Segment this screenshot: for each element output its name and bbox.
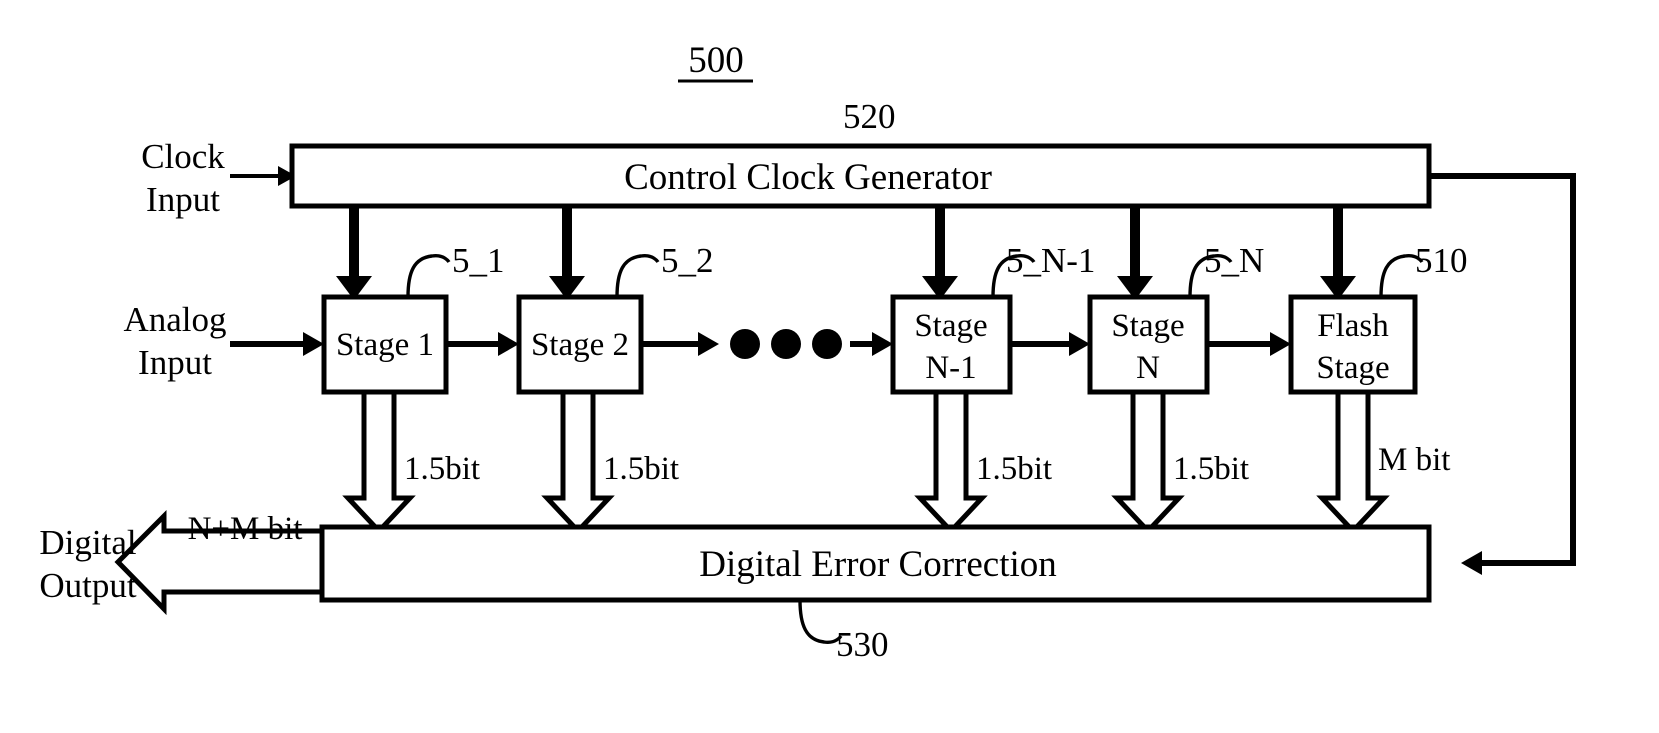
- bit-bus-stage-n-1: 1.5bit: [914, 389, 1052, 535]
- clock-input-label-line2: Input: [146, 180, 220, 219]
- connector-stageN-flash: [1207, 332, 1291, 356]
- connector-stage1-stage2: [446, 332, 519, 356]
- stage-n-1-label-line1: Stage: [914, 308, 987, 344]
- clock-input-group: Clock Input: [141, 137, 296, 219]
- stage-n-label-line2: N: [1136, 350, 1160, 386]
- bit-bus-stage-n: 1.5bit: [1111, 389, 1249, 535]
- clock-arrow-stage-2: [549, 206, 585, 300]
- ellipsis-dots: [730, 329, 842, 359]
- control-clock-generator-label: Control Clock Generator: [624, 157, 992, 198]
- digital-output-label-line1: Digital: [39, 523, 136, 562]
- ellipsis-dot-2: [771, 329, 801, 359]
- clock-arrow-stage-n-1: [922, 206, 958, 300]
- analog-input-label-line2: Input: [138, 343, 212, 382]
- ref-5_N-1-label: 5_N-1: [1006, 241, 1095, 280]
- figure-number: 500: [688, 40, 744, 81]
- ref-520-label: 520: [843, 97, 896, 136]
- figure-canvas: 500 520 Clock Input Control Clock Genera…: [39, 40, 1576, 664]
- stage-2-label: Stage 2: [531, 327, 629, 363]
- stage-n-block[interactable]: Stage N: [1087, 294, 1210, 395]
- bit-label-flash-stage: M bit: [1378, 442, 1450, 478]
- bit-bus-stage-1: 1.5bit: [342, 389, 480, 535]
- connector-stageN1-stageN: [1010, 332, 1090, 356]
- ref-5_1-group: 5_1: [406, 241, 505, 298]
- ref-510-label: 510: [1415, 241, 1468, 280]
- clock-arrow-stage-1: [336, 206, 372, 300]
- digital-output-group: N+M bit Digital Output: [39, 509, 325, 616]
- stage-2-block[interactable]: Stage 2: [516, 294, 644, 395]
- analog-input-label-line1: Analog: [123, 300, 226, 339]
- patent-figure-diagram: 500 520 Clock Input Control Clock Genera…: [0, 0, 1659, 733]
- flash-stage-label-line2: Stage: [1316, 350, 1389, 386]
- ref-5_1-label: 5_1: [452, 241, 505, 280]
- ref-5_2-group: 5_2: [615, 241, 714, 298]
- clock-feedback-wire: [1429, 173, 1576, 566]
- stage-n-1-label-line2: N-1: [925, 350, 976, 386]
- ref-510-group: 510: [1379, 241, 1468, 298]
- ref-5_N-label: 5_N: [1204, 241, 1264, 280]
- stage-n-label-line1: Stage: [1111, 308, 1184, 344]
- bit-bus-stage-2: 1.5bit: [541, 389, 679, 535]
- digital-error-correction-label: Digital Error Correction: [699, 544, 1057, 585]
- ref-5_2-label: 5_2: [661, 241, 714, 280]
- analog-input-group: Analog Input: [123, 300, 324, 382]
- connector-ellipsis-stageN1: [850, 332, 893, 356]
- connector-stage2-ellipsis: [641, 332, 719, 356]
- ellipsis-dot-1: [730, 329, 760, 359]
- stage-n-1-block[interactable]: Stage N-1: [890, 294, 1013, 395]
- stage-1-block[interactable]: Stage 1: [321, 294, 449, 395]
- figure-title-group: 500: [678, 40, 753, 83]
- clock-arrow-flash-stage: [1320, 206, 1356, 300]
- ellipsis-dot-3: [812, 329, 842, 359]
- pipeline-stage-blocks: Stage 1 Stage 2 Stage N-1 Stage N Flash …: [321, 294, 1418, 395]
- digital-error-correction-block[interactable]: Digital Error Correction: [319, 524, 1432, 603]
- flash-stage-block[interactable]: Flash Stage: [1288, 294, 1418, 395]
- control-clock-generator-block[interactable]: Control Clock Generator: [289, 143, 1432, 209]
- bit-bus-flash-stage: M bit: [1316, 389, 1450, 535]
- bit-label-stage-n: 1.5bit: [1173, 451, 1249, 487]
- bit-label-stage-2: 1.5bit: [603, 451, 679, 487]
- clock-feedback-arrowhead: [1461, 551, 1482, 575]
- ref-5_N-group: 5_N: [1188, 241, 1264, 298]
- digital-output-label-line2: Output: [39, 566, 137, 605]
- ref-530-group: 530: [798, 599, 889, 664]
- clock-input-label-line1: Clock: [141, 137, 225, 176]
- analog-input-arrowhead: [303, 332, 324, 356]
- ref-5_N-1-group: 5_N-1: [991, 241, 1095, 298]
- bit-label-stage-1: 1.5bit: [404, 451, 480, 487]
- flash-stage-label-line1: Flash: [1317, 308, 1389, 344]
- clock-arrow-stage-n: [1117, 206, 1153, 300]
- ref-530-label: 530: [836, 625, 889, 664]
- bit-label-stage-n-1: 1.5bit: [976, 451, 1052, 487]
- bit-bus-arrows: 1.5bit 1.5bit 1.5bit 1.5bit M bit: [342, 389, 1450, 535]
- clock-feedback-path: [1429, 173, 1576, 575]
- stage-1-label: Stage 1: [336, 327, 434, 363]
- digital-output-bus-label: N+M bit: [188, 511, 303, 547]
